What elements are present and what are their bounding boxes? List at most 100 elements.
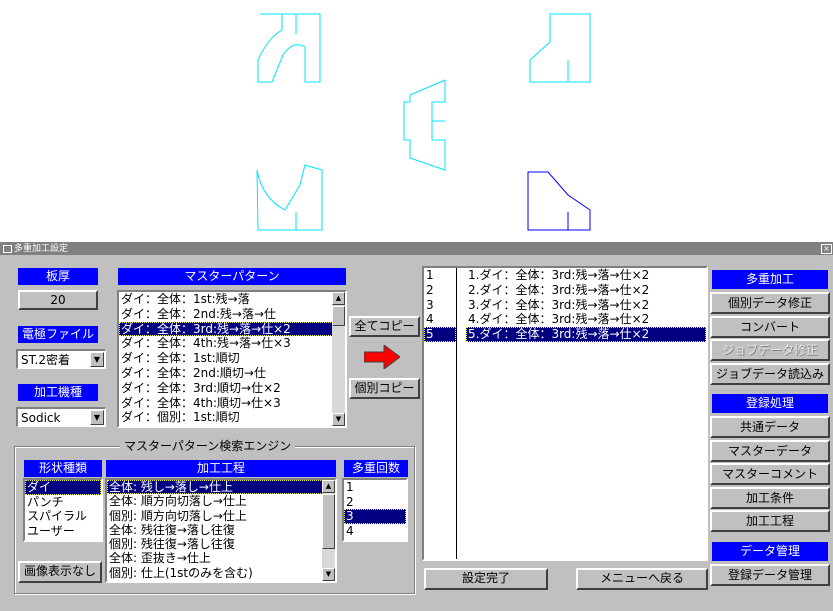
assigned-number: 2 <box>426 282 434 297</box>
process-item[interactable]: 個別: 仕上(1stのみを含む) <box>107 566 335 580</box>
assigned-item[interactable]: 2.ダイ：全体：3rd:残→落→仕×2 <box>466 283 706 298</box>
window-title: 多重加工設定 <box>14 244 69 254</box>
scroll-up-icon[interactable]: ▲ <box>332 292 345 305</box>
right-panel-button[interactable]: マスターデータ <box>710 439 830 462</box>
chevron-down-icon[interactable]: ▼ <box>90 410 104 425</box>
thickness-value-button[interactable]: 20 <box>18 290 98 310</box>
scroll-down-icon[interactable]: ▼ <box>322 568 335 581</box>
master-pattern-item[interactable]: ダイ：全体：3rd:残→落→仕×2 <box>119 321 345 337</box>
shape-top-right <box>529 13 591 83</box>
assigned-number: 4 <box>426 312 434 327</box>
scroll-thumb[interactable] <box>322 494 335 549</box>
master-pattern-items: ダイ：全体：1st:残→落 ダイ：全体：2nd:残→落→仕 ダイ：全体：3rd:残→… <box>119 292 345 425</box>
scroll-up-icon[interactable]: ▲ <box>322 480 335 493</box>
process-item[interactable]: 全体: 歪抜き→仕上 <box>107 551 335 565</box>
repeat-count-header: 多重回数 <box>344 460 408 477</box>
master-pattern-scrollbar[interactable]: ▲ ▼ <box>332 292 345 426</box>
machine-type-select[interactable]: Sodick ▼ <box>16 407 106 427</box>
shape-type-list[interactable]: ダイ パンチ スパイラル ユーザー <box>23 478 103 542</box>
shape-type-item[interactable]: パンチ <box>25 495 101 510</box>
master-pattern-item[interactable]: ダイ：全体：4th:残→落→仕×3 <box>119 336 345 351</box>
return-to-menu-button[interactable]: メニューへ戻る <box>576 568 708 590</box>
assigned-item[interactable]: 4.ダイ：全体：3rd:残→落→仕×2 <box>466 312 706 327</box>
assigned-number: 5 <box>424 327 456 342</box>
assigned-item[interactable]: 3.ダイ：全体：3rd:残→落→仕×2 <box>466 298 706 313</box>
repeat-count-item[interactable]: 2 <box>344 495 406 510</box>
repeat-count-item[interactable]: 3 <box>344 509 406 524</box>
master-pattern-item[interactable]: ダイ：全体：1st:順切 <box>119 351 345 366</box>
master-pattern-item[interactable]: ダイ：全体：2nd:残→落→仕 <box>119 307 345 322</box>
process-item[interactable]: 全体: 順方向切落し→仕上 <box>107 494 335 508</box>
shape-center <box>403 79 446 171</box>
assigned-number-column: 12345 <box>424 268 457 559</box>
drawing-canvas[interactable] <box>0 0 833 243</box>
repeat-count-list[interactable]: 1234 <box>342 478 408 542</box>
process-item[interactable]: 個別: 残往復→落し往復 <box>107 537 335 551</box>
shape-top-left <box>257 13 321 83</box>
right-section-header: 多重加工 <box>712 270 828 289</box>
copy-all-button[interactable]: 全てコピー <box>349 316 420 337</box>
right-panel-button[interactable]: 共通データ <box>710 416 830 438</box>
right-panel-button[interactable]: 登録データ管理 <box>710 563 830 586</box>
electrode-file-select[interactable]: ST.2密着 ▼ <box>16 349 106 369</box>
shape-type-item[interactable]: ダイ <box>25 480 101 495</box>
right-panel-button[interactable]: 加工条件 <box>710 486 830 509</box>
right-panel-button[interactable]: ジョブデータ修正 <box>710 339 830 361</box>
process-item[interactable]: 全体: 残往復→落し往復 <box>107 523 335 537</box>
shape-bottom-left <box>256 164 323 231</box>
process-list[interactable]: 全体: 残し→落し→仕上 全体: 順方向切落し→仕上 個別: 順方向切落し→仕上 全体… <box>105 478 337 583</box>
window-icon <box>3 245 12 253</box>
assigned-items: 1.ダイ：全体：3rd:残→落→仕×2 2.ダイ：全体：3rd:残→落→仕×2 3.… <box>458 268 706 342</box>
assigned-item[interactable]: 5.ダイ：全体：3rd:残→落→仕×2 <box>466 327 706 342</box>
assigned-pattern-list[interactable]: 12345 1.ダイ：全体：3rd:残→落→仕×2 2.ダイ：全体：3rd:残→落… <box>422 266 708 561</box>
copy-individual-button[interactable]: 個別コピー <box>349 378 420 399</box>
process-item[interactable]: 全体: 残し→落し→仕上 <box>107 480 335 495</box>
right-arrow-icon <box>364 345 400 369</box>
master-pattern-item[interactable]: ダイ：全体：4th:順切→仕×3 <box>119 396 345 411</box>
right-panel-button[interactable]: ジョブデータ読込み <box>710 362 830 385</box>
electrode-file-value: ST.2密着 <box>21 353 70 367</box>
shape-bottom-right <box>527 171 591 231</box>
shape-type-items: ダイ パンチ スパイラル ユーザー <box>25 480 101 538</box>
master-pattern-header: マスターパターン <box>118 268 346 285</box>
master-pattern-item[interactable]: ダイ：全体：1st:残→落 <box>119 292 345 307</box>
close-icon[interactable]: × <box>821 244 832 254</box>
repeat-count-items: 1234 <box>344 480 406 538</box>
scroll-thumb[interactable] <box>332 306 345 326</box>
right-panel-button[interactable]: コンバート <box>710 315 830 338</box>
thickness-header: 板厚 <box>18 268 98 285</box>
process-items: 全体: 残し→落し→仕上 全体: 順方向切落し→仕上 個別: 順方向切落し→仕上 全体… <box>107 480 335 580</box>
shape-type-header: 形状種類 <box>24 460 102 477</box>
machine-type-header: 加工機種 <box>18 384 98 401</box>
settings-done-button[interactable]: 設定完了 <box>424 568 548 590</box>
assigned-item[interactable]: 1.ダイ：全体：3rd:残→落→仕×2 <box>466 268 706 283</box>
chevron-down-icon[interactable]: ▼ <box>90 352 104 367</box>
process-header: 加工工程 <box>106 460 336 477</box>
image-display-toggle-button[interactable]: 画像表示なし <box>18 561 102 583</box>
process-scrollbar[interactable]: ▲ ▼ <box>322 480 335 581</box>
right-panel-button[interactable]: 加工工程 <box>710 510 830 532</box>
right-section-header: 登録処理 <box>712 394 828 413</box>
assigned-number-items: 12345 <box>424 268 456 342</box>
electrode-file-header: 電極ファイル <box>18 326 98 343</box>
repeat-count-item[interactable]: 1 <box>344 480 406 495</box>
right-panel-button[interactable]: マスターコメント <box>710 463 830 485</box>
right-panel-button[interactable]: 個別データ修正 <box>710 292 830 314</box>
master-pattern-list[interactable]: ダイ：全体：1st:残→落 ダイ：全体：2nd:残→落→仕 ダイ：全体：3rd:残→… <box>117 290 347 428</box>
assigned-number: 1 <box>426 268 434 282</box>
machine-type-value: Sodick <box>21 411 61 425</box>
shape-preview <box>256 13 591 231</box>
master-pattern-item[interactable]: ダイ：全体：3rd:順切→仕×2 <box>119 381 345 396</box>
assigned-item-column: 1.ダイ：全体：3rd:残→落→仕×2 2.ダイ：全体：3rd:残→落→仕×2 3.… <box>458 268 706 559</box>
process-item[interactable]: 個別: 順方向切落し→仕上 <box>107 509 335 523</box>
master-pattern-item[interactable]: ダイ：全体：2nd:順切→仕 <box>119 366 345 381</box>
master-pattern-item[interactable]: ダイ：個別：1st:順切 <box>119 410 345 425</box>
shape-type-item[interactable]: スパイラル <box>25 509 101 524</box>
shape-type-item[interactable]: ユーザー <box>25 524 101 539</box>
repeat-count-item[interactable]: 4 <box>344 524 406 539</box>
search-engine-title: マスターパターン検索エンジン <box>120 440 296 453</box>
scroll-down-icon[interactable]: ▼ <box>332 413 345 426</box>
assigned-number: 3 <box>426 297 434 312</box>
right-section-header: データ管理 <box>712 541 828 561</box>
window-title-bar: 多重加工設定 × <box>0 243 833 255</box>
